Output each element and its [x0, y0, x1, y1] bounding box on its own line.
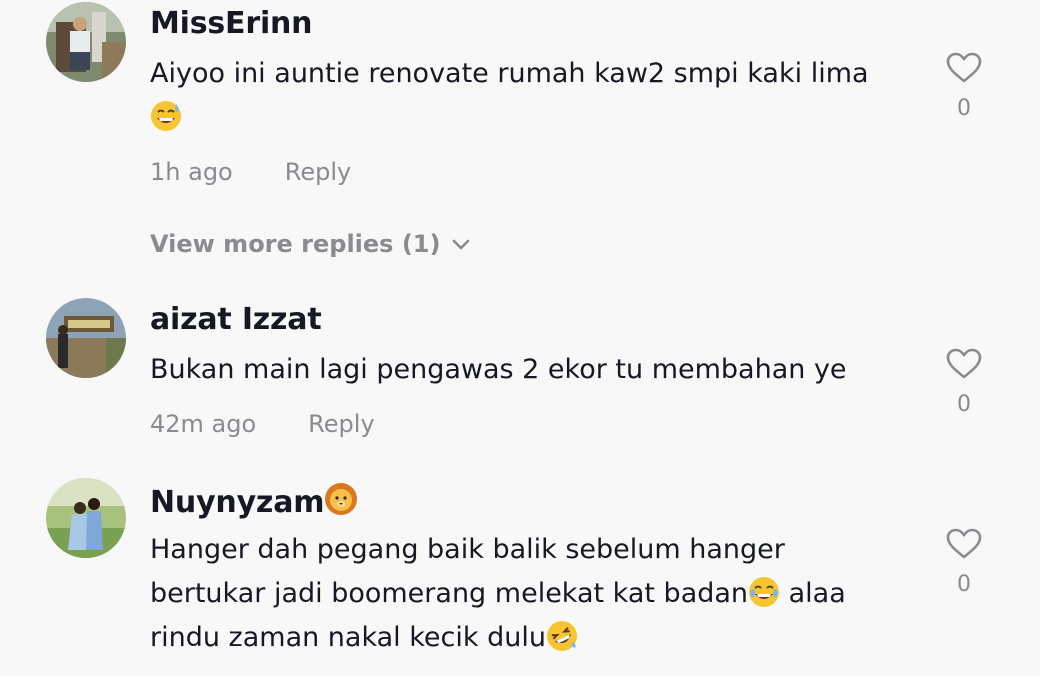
chevron-down-icon [453, 239, 470, 250]
heart-icon[interactable] [946, 348, 982, 380]
like-control[interactable]: 0 [940, 348, 988, 417]
view-more-replies-button[interactable]: View more replies (1) [150, 230, 470, 258]
comment-emoji-line [150, 96, 182, 146]
comment-text: Aiyoo ini auntie renovate rumah kaw2 smp… [150, 52, 869, 96]
username[interactable]: MissErinn [150, 6, 313, 41]
lion-face-icon [324, 482, 358, 524]
comment-text-line: rindu zaman nakal kecik dulu [150, 622, 546, 653]
avatar[interactable] [46, 478, 126, 558]
reply-button[interactable]: Reply [285, 158, 351, 186]
comment-text: Bukan main lagi pengawas 2 ekor tu memba… [150, 348, 847, 392]
comment-text: Hanger dah pegang baik balik sebelum han… [150, 528, 785, 572]
comment-text-line: Bukan main lagi pengawas 2 ekor tu memba… [150, 354, 847, 385]
view-more-replies-label: View more replies (1) [150, 230, 441, 258]
username[interactable]: aizat Izzat [150, 302, 322, 337]
heart-icon[interactable] [946, 528, 982, 560]
grinning-face-with-sweat-icon [150, 100, 182, 146]
like-control[interactable]: 0 [940, 528, 988, 597]
comment-text-line: Hanger dah pegang baik balik sebelum han… [150, 534, 785, 565]
like-count: 0 [957, 392, 971, 417]
avatar[interactable] [46, 298, 126, 378]
comment-text-3: rindu zaman nakal kecik dulu [150, 616, 578, 666]
like-count: 0 [957, 96, 971, 121]
comment-text-line: bertukar jadi boomerang melekat kat bada… [150, 578, 749, 609]
like-count: 0 [957, 572, 971, 597]
face-with-tears-of-joy-icon [748, 576, 780, 622]
heart-icon[interactable] [946, 52, 982, 84]
username[interactable]: Nuynyzam [150, 482, 358, 524]
timestamp: 42m ago [150, 410, 257, 438]
comment-text-2: bertukar jadi boomerang melekat kat bada… [150, 572, 846, 622]
username-text: Nuynyzam [150, 485, 325, 520]
reply-button[interactable]: Reply [308, 410, 374, 438]
avatar[interactable] [46, 2, 126, 82]
comment-text-line: Aiyoo ini auntie renovate rumah kaw2 smp… [150, 58, 869, 89]
comment-meta: 1h ago Reply [150, 158, 351, 186]
comment-text-line: alaa [780, 578, 846, 609]
timestamp: 1h ago [150, 158, 233, 186]
comment-meta: 42m ago Reply [150, 410, 375, 438]
rolling-on-floor-laughing-icon [546, 620, 578, 666]
like-control[interactable]: 0 [940, 52, 988, 121]
